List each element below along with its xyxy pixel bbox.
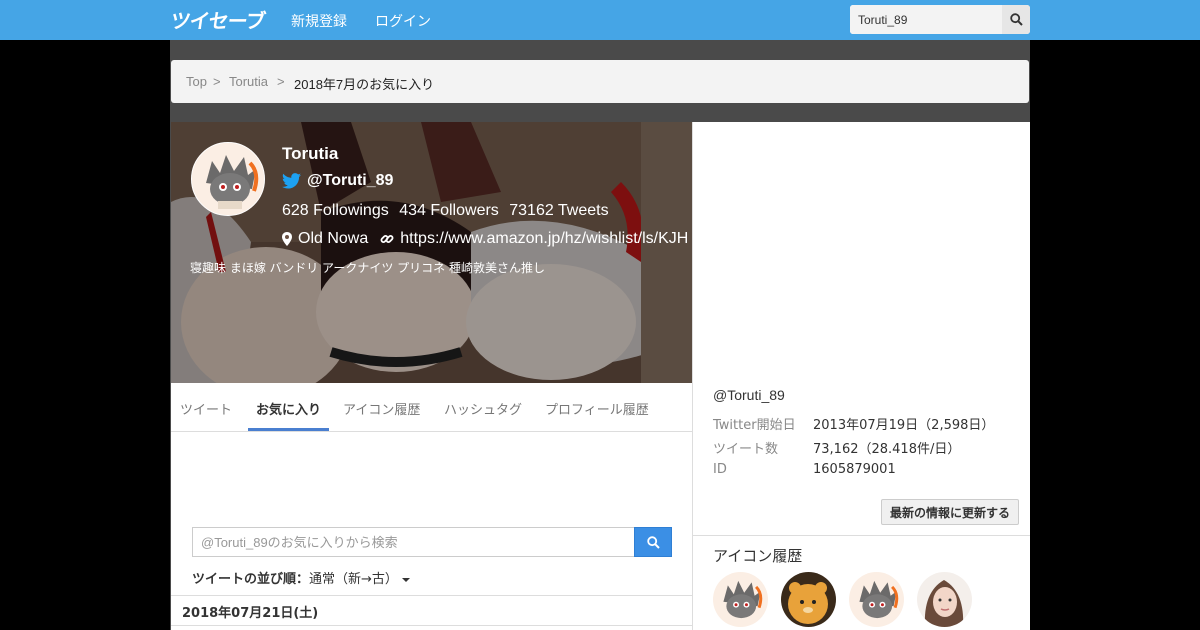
icon-history-avatar[interactable]	[849, 572, 904, 627]
avatar-image	[192, 143, 264, 215]
sort-order-row: ツイートの並び順：通常（新→古）	[192, 568, 410, 587]
caret-down-icon[interactable]	[401, 577, 410, 582]
search-icon	[646, 535, 660, 549]
profile-url[interactable]: https://www.amazon.jp/hz/wishlist/ls/KJH	[400, 230, 688, 248]
content-panel: ツイート お気に入り アイコン履歴 ハッシュタグ プロフィール履歴 ツイートの並…	[171, 383, 692, 630]
map-marker-icon	[282, 232, 292, 246]
login-link[interactable]: ログイン	[375, 11, 431, 31]
favorites-search-button[interactable]	[634, 527, 672, 557]
followers-count[interactable]: 434 Followers	[399, 202, 499, 219]
breadcrumb-user-link[interactable]: Torutia	[229, 74, 268, 89]
site-logo-text: ツイセーブ	[169, 8, 267, 33]
profile-bio: 寝趣味 まほ嫁 バンドリ アークナイツ プリコネ 種崎敦美さん推し	[190, 261, 545, 275]
breadcrumb-separator: >	[277, 74, 285, 89]
breadcrumb: Top > Torutia > 2018年7月のお気に入り	[171, 60, 1029, 103]
profile-handle-row: @Toruti_89	[282, 172, 393, 190]
profile-name: Torutia	[282, 144, 339, 163]
user-search-button[interactable]	[1002, 5, 1030, 34]
breadcrumb-current: 2018年7月のお気に入り	[294, 77, 435, 92]
tab-tweets[interactable]: ツイート	[180, 399, 232, 418]
active-tab-indicator	[248, 428, 329, 431]
tab-favorites[interactable]: お気に入り	[256, 399, 321, 418]
user-search-box	[850, 5, 1030, 34]
avatar-image	[849, 572, 904, 627]
sort-order-label: ツイートの並び順：	[192, 572, 310, 587]
date-header-text: 2018年07月21日(土)	[182, 606, 319, 621]
tab-icon-history[interactable]: アイコン履歴	[343, 399, 420, 418]
start-date-label: Twitter開始日	[713, 418, 796, 433]
profile-location-row: Old Nowa https://www.amazon.jp/hz/wishli…	[282, 230, 688, 248]
profile-tabs: ツイート お気に入り アイコン履歴 ハッシュタグ プロフィール履歴	[171, 383, 692, 432]
start-date-value: 2013年07月19日（2,598日）	[813, 418, 995, 433]
profile-location: Old Nowa	[298, 230, 369, 247]
avatar-image	[781, 572, 836, 627]
site-logo[interactable]: ツイセーブ	[169, 8, 266, 33]
user-search-input[interactable]	[850, 5, 1002, 34]
favorites-search	[192, 527, 672, 557]
tab-profile-history[interactable]: プロフィール履歴	[545, 399, 649, 418]
sidebar-divider	[693, 535, 1030, 536]
breadcrumb-top-link[interactable]: Top	[186, 74, 207, 89]
twitter-bird-icon	[282, 173, 301, 189]
breadcrumb-separator: >	[213, 74, 221, 89]
tweets-value: 73,162（28.418件/日）	[813, 442, 961, 457]
profile-stats: 628 Followings 434 Followers 73162 Tweet…	[282, 202, 615, 220]
sidebar-handle: @Toruti_89	[713, 387, 785, 403]
search-icon	[1009, 13, 1023, 26]
avatar-image	[917, 572, 972, 627]
id-label: ID	[713, 462, 727, 477]
tab-hashtags[interactable]: ハッシュタグ	[444, 399, 522, 418]
profile-banner: Torutia @Toruti_89 628 Followings 434 Fo…	[171, 122, 692, 383]
avatar-image	[713, 572, 768, 627]
id-value: 1605879001	[813, 462, 896, 477]
icon-history-avatar[interactable]	[917, 572, 972, 627]
sort-order-dropdown[interactable]: 通常（新→古）	[309, 572, 398, 587]
profile-avatar[interactable]	[191, 142, 265, 216]
icon-history-avatar[interactable]	[781, 572, 836, 627]
tweets-count[interactable]: 73162 Tweets	[509, 202, 608, 219]
icon-history-title: アイコン履歴	[713, 547, 803, 565]
date-header: 2018年07月21日(土)	[171, 595, 692, 626]
profile-handle[interactable]: @Toruti_89	[307, 172, 393, 190]
top-navbar: ツイセーブ 新規登録 ログイン	[0, 0, 1200, 40]
main-container: Top > Torutia > 2018年7月のお気に入り Torutia @T…	[170, 40, 1030, 630]
update-info-button[interactable]: 最新の情報に更新する	[881, 499, 1019, 525]
signup-link[interactable]: 新規登録	[291, 11, 347, 31]
favorites-search-input[interactable]	[192, 527, 635, 557]
followings-count[interactable]: 628 Followings	[282, 202, 389, 219]
sidebar-panel: @Toruti_89 Twitter開始日 2013年07月19日（2,598日…	[692, 122, 1030, 630]
tweets-label: ツイート数	[713, 442, 779, 457]
icon-history-avatar[interactable]	[713, 572, 768, 627]
link-icon	[380, 235, 394, 243]
